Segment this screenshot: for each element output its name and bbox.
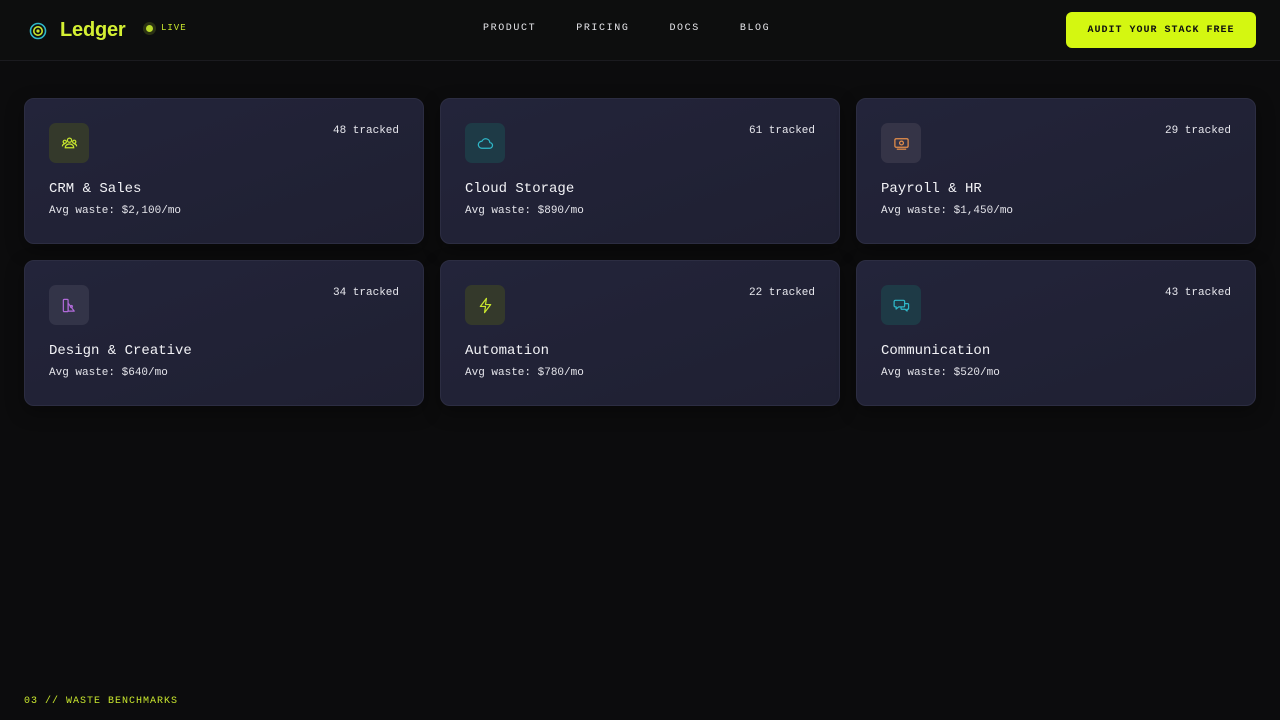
tracked-count: 22 tracked: [748, 287, 815, 299]
card-icon-box: [49, 123, 89, 163]
cloud-icon: [477, 137, 493, 149]
live-label: LIVE: [161, 23, 187, 33]
avg-waste: Avg waste: $640/mo: [49, 367, 168, 379]
live-dot-icon: [146, 24, 153, 32]
tracked-count: 43 tracked: [1164, 287, 1231, 299]
main-nav: PRODUCT PRICING DOCS BLOG: [483, 23, 810, 34]
card-icon-box: [465, 123, 505, 163]
card-title: Cloud Storage: [465, 181, 575, 197]
card-title: Payroll & HR: [881, 181, 982, 197]
card-icon-box: [881, 123, 921, 163]
top-nav-bar: Ledger LIVE PRODUCT PRICING DOCS BLOG AU…: [0, 0, 1280, 61]
money-icon: [893, 137, 909, 150]
nav-product[interactable]: PRODUCT: [483, 23, 536, 34]
avg-waste: Avg waste: $890/mo: [465, 205, 584, 217]
avg-waste: Avg waste: $520/mo: [881, 367, 1000, 379]
shapes-icon: [62, 298, 75, 312]
category-card-payroll-hr[interactable]: 29 tracked Payroll & HR Avg waste: $1,45…: [856, 98, 1256, 244]
tracked-count: 29 tracked: [1164, 125, 1231, 137]
category-card-cloud-storage[interactable]: 61 tracked Cloud Storage Avg waste: $890…: [440, 98, 840, 244]
users-icon: [61, 137, 77, 148]
card-icon-box: [49, 285, 89, 325]
nav-blog[interactable]: BLOG: [740, 23, 770, 34]
card-icon-box: [465, 285, 505, 325]
card-title: CRM & Sales: [49, 181, 142, 197]
bolt-icon: [479, 297, 491, 313]
ledger-logo-icon: [29, 22, 47, 39]
nav-pricing[interactable]: PRICING: [576, 23, 629, 34]
tracked-count: 34 tracked: [332, 287, 399, 299]
live-status-badge: LIVE: [146, 23, 187, 33]
card-title: Design & Creative: [49, 343, 192, 359]
category-card-grid: 48 tracked CRM & Sales Avg waste: $2,100…: [24, 98, 1256, 406]
tracked-count: 61 tracked: [748, 125, 815, 137]
category-card-automation[interactable]: 22 tracked Automation Avg waste: $780/mo: [440, 260, 840, 406]
avg-waste: Avg waste: $1,450/mo: [881, 205, 1014, 217]
avg-waste: Avg waste: $2,100/mo: [49, 205, 182, 217]
category-card-crm[interactable]: 48 tracked CRM & Sales Avg waste: $2,100…: [24, 98, 424, 244]
chat-icon: [893, 299, 909, 312]
section-label: 03 // WASTE BENCHMARKS: [24, 696, 179, 707]
audit-stack-button[interactable]: AUDIT YOUR STACK FREE: [1066, 12, 1256, 48]
card-title: Automation: [465, 343, 550, 359]
card-icon-box: [881, 285, 921, 325]
avg-waste: Avg waste: $780/mo: [465, 367, 584, 379]
logo-text: Ledger: [60, 19, 126, 41]
category-card-design-creative[interactable]: 34 tracked Design & Creative Avg waste: …: [24, 260, 424, 406]
category-card-communication[interactable]: 43 tracked Communication Avg waste: $520…: [856, 260, 1256, 406]
nav-docs[interactable]: DOCS: [669, 23, 699, 34]
page: Ledger LIVE PRODUCT PRICING DOCS BLOG AU…: [0, 0, 1280, 720]
logo[interactable]: Ledger: [28, 19, 126, 42]
tracked-count: 48 tracked: [332, 125, 399, 137]
card-title: Communication: [881, 343, 991, 359]
